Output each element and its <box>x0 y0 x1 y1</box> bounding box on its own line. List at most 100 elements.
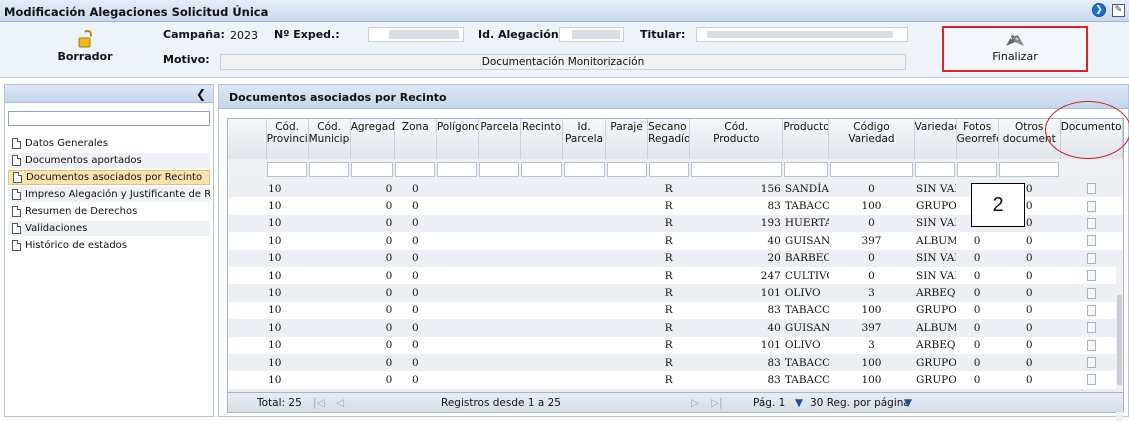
column-header[interactable]: Id. Parcela <box>562 119 607 159</box>
column-header[interactable]: FotosGeorrefer <box>956 119 999 159</box>
sidebar-item[interactable]: Datos Generales <box>8 136 210 151</box>
document-file-icon[interactable] <box>1086 287 1096 299</box>
table-cell: ARBEQUINA <box>914 284 957 302</box>
sidebar-item[interactable]: Impreso Alegación y Justificante de Re <box>8 187 210 202</box>
column-filter-input[interactable] <box>479 162 520 177</box>
table-cell: TABACO <box>782 197 829 215</box>
per-page-arrow-icon[interactable]: ▼ <box>904 397 912 409</box>
document-file-icon[interactable] <box>1086 235 1096 247</box>
column-header[interactable]: Variedad <box>914 119 957 159</box>
table-row[interactable]: 1000R20BARBECHO TRADICIONA0SIN VARIEDAD0… <box>228 249 1123 267</box>
table-cell <box>1060 232 1123 250</box>
column-filter-input[interactable] <box>437 162 478 177</box>
pagination-bar: Total: 25 |◁ ◁ Registros desde 1 a 25 ▷ … <box>228 392 1123 412</box>
document-file-icon[interactable] <box>1086 270 1096 282</box>
next-page-icon[interactable]: ▷ <box>691 397 699 409</box>
document-file-icon[interactable] <box>1086 200 1096 212</box>
column-filter-input[interactable] <box>309 162 350 177</box>
column-header[interactable]: Zona <box>394 119 437 159</box>
table-row[interactable]: 1000R83TABACO100GRUPO I. VIRGINI00 <box>228 371 1123 389</box>
column-filter-input[interactable] <box>563 162 605 177</box>
column-filter-input[interactable] <box>648 162 689 177</box>
document-file-icon[interactable] <box>1086 217 1096 229</box>
table-cell <box>520 266 563 285</box>
document-file-icon[interactable] <box>1086 322 1096 334</box>
sidebar-header: ❮ <box>5 85 213 103</box>
sidebar-search-input[interactable] <box>8 111 210 126</box>
column-filter-input[interactable] <box>915 162 956 177</box>
column-header[interactable]: Parcela <box>478 119 521 159</box>
sidebar-item[interactable]: Histórico de estados <box>8 238 210 253</box>
column-header[interactable]: Otros document <box>998 119 1061 159</box>
table-cell: OLIVO <box>782 284 829 302</box>
motivo-field: Documentación Monitorización <box>220 54 906 70</box>
column-header[interactable]: Agregado <box>350 119 395 159</box>
document-file-icon[interactable] <box>1086 357 1096 369</box>
sidebar-item[interactable]: Validaciones <box>8 221 210 236</box>
column-filter-input[interactable] <box>351 162 394 177</box>
page-select-arrow-icon[interactable]: ▼ <box>795 397 803 409</box>
sidebar-item[interactable]: Documentos asociados por Recinto <box>8 170 210 185</box>
column-filter-input[interactable] <box>521 162 562 177</box>
table-row[interactable]: 1000R101OLIVO3ARBEQUINA00 <box>228 336 1123 354</box>
collapse-chevron-icon[interactable]: ❮ <box>196 87 206 101</box>
first-page-icon[interactable]: |◁ <box>313 397 325 409</box>
column-filter-input[interactable] <box>957 162 998 177</box>
table-row[interactable]: 1000R40GUISANTE397ALBUM00 <box>228 232 1123 250</box>
document-file-icon[interactable] <box>1086 374 1096 386</box>
table-cell <box>478 319 521 337</box>
per-page-select[interactable]: 30 Reg. por página <box>810 397 910 409</box>
document-file-icon[interactable] <box>1086 304 1096 316</box>
window-title-bar: Modificación Alegaciones Solicitud Única… <box>0 0 1129 22</box>
expediente-field <box>368 27 464 42</box>
table-cell: 247 <box>689 266 783 285</box>
column-header[interactable]: Polígono <box>436 119 479 159</box>
sidebar-item[interactable]: Resumen de Derechos <box>8 204 210 219</box>
column-filter-input[interactable] <box>999 162 1060 177</box>
column-header[interactable]: Secano / Regadío <box>647 119 691 159</box>
help-icon[interactable]: ❯ <box>1092 3 1106 17</box>
header-toolbar: Borrador Campaña: 2023 Nº Exped.: Id. Al… <box>0 22 1129 78</box>
column-filter-input[interactable] <box>690 162 782 177</box>
table-cell <box>562 214 606 233</box>
table-cell <box>228 301 267 320</box>
column-header[interactable]: Cód. Producto <box>689 119 784 159</box>
last-page-icon[interactable]: ▷| <box>711 397 723 409</box>
table-row[interactable]: 1000R247CULTIVOS MIXTOS DE E0SIN VARIEDA… <box>228 266 1123 285</box>
finalizar-button[interactable]: Finalizar <box>942 26 1088 72</box>
column-filter-input[interactable] <box>606 162 647 177</box>
document-file-icon[interactable] <box>1086 252 1096 264</box>
table-row[interactable]: 1000R101OLIVO3ARBEQUINA00 <box>228 284 1123 302</box>
column-header-line: document <box>1002 133 1056 145</box>
column-header[interactable]: Paraje <box>605 119 649 159</box>
table-cell: 10 <box>266 249 309 267</box>
column-header[interactable]: Producto <box>782 119 830 159</box>
table-row[interactable]: 1000R40GUISANTE397ALBUM00 <box>228 319 1123 337</box>
column-filter-input[interactable] <box>783 162 828 177</box>
table-row[interactable]: 1000R83TABACO100GRUPO I. VIRGINI00 <box>228 353 1123 372</box>
borrador-button[interactable]: Borrador <box>50 30 120 63</box>
table-cell: 10 <box>266 180 309 198</box>
column-header-line: Variedad <box>914 121 956 133</box>
sidebar-item[interactable]: Documentos aportados <box>8 153 210 168</box>
document-file-icon[interactable] <box>1086 339 1096 351</box>
column-header[interactable]: Cód.Provincia <box>266 119 309 159</box>
table-cell <box>605 353 648 372</box>
column-header-line: Cód. <box>317 121 342 133</box>
prev-page-icon[interactable]: ◁ <box>336 397 344 409</box>
table-row[interactable]: 1000R83TABACO100GRUPO I. VIRGINI00 <box>228 301 1123 320</box>
document-icon <box>13 172 22 183</box>
column-header[interactable]: Cód.Municipio <box>308 119 351 159</box>
column-filter-input[interactable] <box>829 162 914 177</box>
column-filter-input[interactable] <box>395 162 436 177</box>
table-cell: 0 <box>350 180 395 198</box>
column-filter-input[interactable] <box>267 162 308 177</box>
edit-icon[interactable]: ✎ <box>1112 3 1125 17</box>
table-cell: 0 <box>828 180 915 198</box>
column-header[interactable]: Documentos <box>1060 119 1124 159</box>
column-header[interactable]: Recinto <box>520 119 564 159</box>
table-cell: TABACO <box>782 353 829 372</box>
document-file-icon[interactable] <box>1086 183 1096 195</box>
column-header[interactable]: Código Variedad <box>828 119 915 159</box>
sidebar-item-label: Datos Generales <box>25 138 109 149</box>
